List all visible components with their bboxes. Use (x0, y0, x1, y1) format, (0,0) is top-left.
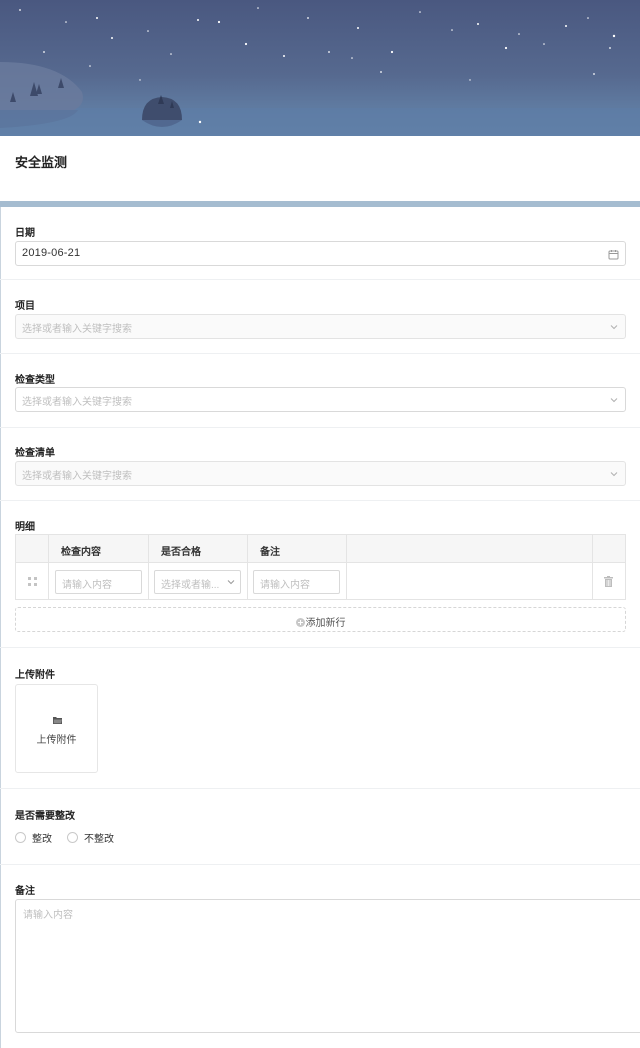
chevron-down-icon (610, 398, 618, 403)
row-remark-input[interactable]: 请输入内容 (253, 570, 340, 594)
project-placeholder: 选择或者输入关键字搜索 (22, 324, 132, 335)
page-title: 安全监测 (15, 155, 68, 170)
section-divider (0, 427, 640, 428)
chevron-down-icon (610, 472, 618, 477)
radio-no-rectify[interactable] (67, 832, 78, 843)
chevron-down-icon (227, 580, 235, 585)
attachment-label: 上传附件 (15, 670, 55, 681)
column-divider (346, 535, 347, 599)
remark-textarea[interactable]: 请输入内容 (15, 899, 640, 1033)
column-divider (48, 535, 49, 599)
night-landscape-illustration (0, 7, 640, 136)
page-left-border (0, 136, 1, 1048)
column-divider (247, 535, 248, 599)
add-row-content: 添加新行 (16, 614, 625, 629)
section-divider (0, 279, 640, 280)
row-qualified-placeholder: 选择或者输... (161, 580, 220, 591)
radio-rectify-label[interactable]: 整改 (32, 830, 52, 845)
chevron-down-icon (610, 325, 618, 330)
section-divider (0, 788, 640, 789)
column-divider (148, 535, 149, 599)
date-value: 2019-06-21 (22, 247, 81, 259)
title-divider-bar (0, 201, 640, 207)
rectify-label: 是否需要整改 (15, 811, 75, 822)
checklist-placeholder: 选择或者输入关键字搜索 (22, 471, 132, 482)
project-label: 项目 (15, 301, 35, 312)
remark-label: 备注 (15, 886, 35, 897)
row-content-input[interactable]: 请输入内容 (55, 570, 142, 594)
header-banner (0, 0, 640, 136)
row-remark-placeholder: 请输入内容 (260, 580, 310, 591)
row-content-placeholder: 请输入内容 (62, 580, 112, 591)
row-qualified-select[interactable]: 选择或者输... (154, 570, 241, 594)
column-divider (592, 535, 593, 599)
title-area (0, 136, 640, 202)
checklist-select[interactable]: 选择或者输入关键字搜索 (15, 461, 626, 486)
plus-circle-icon (295, 618, 305, 627)
column-header-qualified: 是否合格 (161, 547, 201, 558)
date-label: 日期 (15, 228, 35, 239)
drag-handle-icon[interactable] (28, 577, 37, 586)
details-label: 明细 (15, 522, 35, 533)
section-divider (0, 353, 640, 354)
details-table: 检查内容 是否合格 备注 请输入内容 选择或者输... 请输入内容 (15, 534, 626, 600)
section-divider (0, 647, 640, 648)
check-type-placeholder: 选择或者输入关键字搜索 (22, 397, 132, 408)
project-select[interactable]: 选择或者输入关键字搜索 (15, 314, 626, 339)
upload-label: 上传附件 (36, 735, 77, 746)
check-type-label: 检查类型 (15, 375, 55, 386)
section-divider (0, 864, 640, 865)
check-type-select[interactable]: 选择或者输入关键字搜索 (15, 387, 626, 412)
add-row-label: 添加新行 (305, 618, 346, 629)
trash-icon[interactable] (604, 576, 613, 587)
date-field[interactable]: 2019-06-21 (15, 241, 626, 266)
remark-placeholder: 请输入内容 (23, 910, 73, 921)
add-row-button[interactable]: 添加新行 (15, 607, 626, 632)
section-divider (0, 500, 640, 501)
calendar-icon[interactable] (608, 249, 619, 260)
radio-no-rectify-label[interactable]: 不整改 (84, 830, 114, 845)
folder-icon (53, 717, 62, 724)
table-header (16, 535, 625, 563)
checklist-label: 检查清单 (15, 448, 55, 459)
column-header-content: 检查内容 (61, 547, 101, 558)
column-header-remark: 备注 (260, 547, 280, 558)
upload-attachment-button[interactable]: 上传附件 (15, 684, 98, 773)
radio-rectify[interactable] (15, 832, 26, 843)
